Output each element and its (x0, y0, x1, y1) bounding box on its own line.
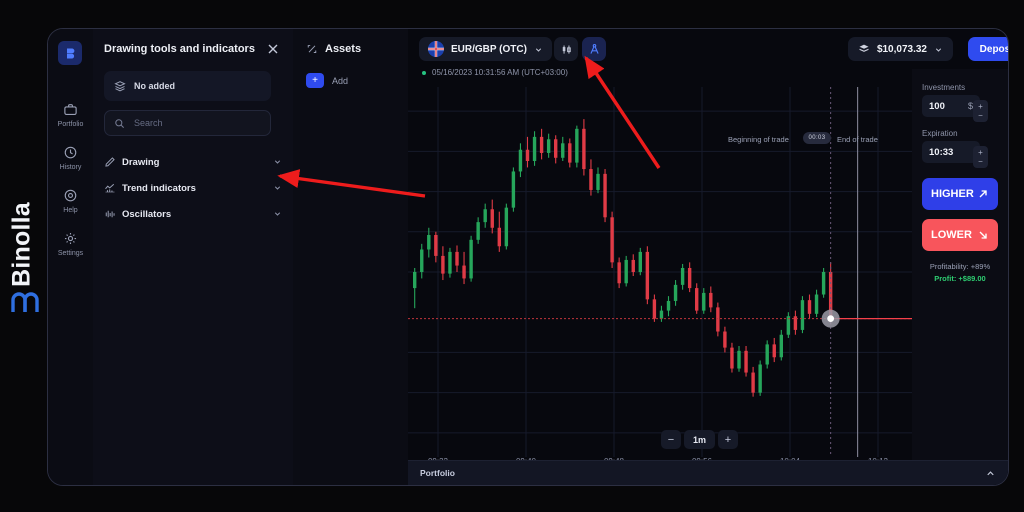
no-added-row[interactable]: No added (104, 71, 271, 101)
brand-name: Binolla (8, 185, 37, 305)
chart-type-button[interactable] (554, 37, 578, 61)
binolla-logo-mark (11, 291, 39, 313)
search-icon (114, 118, 125, 129)
group-label-trend-indicators: Trend indicators (122, 183, 273, 194)
chart-toolbar: EUR/GBP (OTC) 0 (408, 29, 1009, 69)
end-of-trade-label: End of trade (837, 135, 878, 144)
asset-selector[interactable]: EUR/GBP (OTC) (419, 37, 552, 61)
search-input[interactable] (132, 117, 256, 129)
left-nav-rail: Portfolio History Help (48, 29, 94, 485)
higher-button[interactable]: HIGHER (922, 178, 998, 210)
help-circle-icon (48, 185, 93, 205)
briefcase-icon (48, 99, 93, 119)
sidebar-item-help[interactable]: Help (48, 185, 93, 214)
sidebar-label-portfolio: Portfolio (48, 121, 93, 128)
no-added-label: No added (134, 81, 175, 91)
sidebar-item-history[interactable]: History (48, 142, 93, 171)
timestamp-text: 05/16/2023 10:31:56 AM (UTC+03:00) (432, 68, 568, 77)
sidebar-item-settings[interactable]: Settings (48, 228, 93, 257)
stepper-plus[interactable]: + (978, 148, 983, 157)
layers-icon (114, 80, 126, 92)
portfolio-bar[interactable]: Portfolio (408, 460, 1008, 485)
asset-flag-icon (428, 41, 444, 57)
arrow-down-right-icon (977, 229, 989, 241)
pencil-icon (104, 156, 122, 168)
expiration-field[interactable]: 10:33 (922, 141, 980, 163)
assets-header: Assets (306, 43, 361, 55)
chevron-down-icon (273, 179, 282, 197)
panel-header: Drawing tools and indicators (93, 41, 293, 61)
stepper-plus[interactable]: + (978, 102, 983, 111)
chart-region: EUR/GBP (OTC) 0 (408, 29, 1008, 485)
profitability-text: Profitability: +89% (922, 262, 998, 271)
assets-icon (306, 43, 318, 55)
chevron-down-icon (273, 205, 282, 223)
chevron-up-icon[interactable] (985, 468, 996, 479)
bars-icon (104, 208, 122, 220)
panel-title: Drawing tools and indicators (104, 43, 255, 55)
group-trend-indicators[interactable]: Trend indicators (104, 177, 282, 199)
stepper-minus[interactable]: − (978, 157, 983, 166)
balance-amount: $10,073.32 (877, 44, 927, 55)
assets-panel: Assets + Add (293, 29, 409, 485)
app-logo[interactable] (58, 41, 82, 65)
balance-selector[interactable]: $10,073.32 (848, 37, 953, 61)
trade-panel: Investments 100 $ + − Expiration 10:33 (912, 69, 1008, 485)
app-window: Portfolio History Help (47, 28, 1009, 486)
investments-value: 100 (929, 101, 945, 112)
chevron-down-icon (534, 45, 543, 54)
chevron-down-icon (934, 45, 943, 54)
close-icon[interactable] (265, 41, 281, 57)
group-drawing[interactable]: Drawing (104, 151, 282, 173)
lower-label: LOWER (931, 229, 972, 241)
investments-field[interactable]: 100 $ (922, 95, 980, 117)
compass-icon (588, 43, 601, 56)
beginning-of-trade-label: Beginning of trade (728, 135, 789, 144)
expiration-value: 10:33 (929, 147, 953, 158)
brand-watermark: Binolla (0, 178, 48, 328)
sidebar-label-settings: Settings (48, 250, 93, 257)
investments-label: Investments (922, 83, 998, 92)
timeframe-increase-button[interactable]: + (718, 430, 738, 449)
binolla-trading-app: Binolla Portfolio (0, 0, 1024, 512)
add-asset-button[interactable]: + Add (306, 73, 348, 88)
deposit-button[interactable]: Deposit (968, 37, 1009, 61)
sidebar-label-history: History (48, 164, 93, 171)
chevron-down-icon (273, 153, 282, 171)
higher-label: HIGHER (931, 188, 974, 200)
drawing-tools-button[interactable] (582, 37, 606, 61)
trade-timer: 00:03 (803, 132, 831, 144)
chart-timestamp: 05/16/2023 10:31:56 AM (UTC+03:00) (422, 68, 568, 77)
timeframe-value[interactable]: 1m (684, 430, 715, 449)
sidebar-label-help: Help (48, 207, 93, 214)
portfolio-label: Portfolio (420, 468, 455, 478)
candlestick-icon (560, 43, 573, 56)
timeframe-decrease-button[interactable]: − (661, 430, 681, 449)
arrow-up-right-icon (977, 188, 989, 200)
group-oscillators[interactable]: Oscillators (104, 203, 282, 225)
wallet-icon (858, 43, 870, 55)
trend-chart-icon (104, 182, 122, 194)
group-label-oscillators: Oscillators (122, 209, 273, 220)
profit-text: Profit: +$89.00 (922, 274, 998, 283)
drawing-tools-panel: Drawing tools and indicators No added (93, 29, 294, 485)
clock-icon (48, 142, 93, 162)
search-box[interactable] (104, 110, 271, 136)
status-dot (422, 71, 426, 75)
gear-icon (48, 228, 93, 248)
sidebar-item-portfolio[interactable]: Portfolio (48, 99, 93, 128)
group-label-drawing: Drawing (122, 157, 273, 168)
asset-name: EUR/GBP (OTC) (451, 44, 527, 55)
expiration-stepper[interactable]: + − (973, 146, 988, 168)
assets-title: Assets (325, 43, 361, 55)
add-asset-label: Add (332, 76, 348, 86)
logo-icon (64, 47, 77, 60)
timeframe-stepper[interactable]: − 1m + (661, 430, 738, 449)
plus-icon: + (306, 73, 324, 88)
lower-button[interactable]: LOWER (922, 219, 998, 251)
expiration-label: Expiration (922, 129, 998, 138)
